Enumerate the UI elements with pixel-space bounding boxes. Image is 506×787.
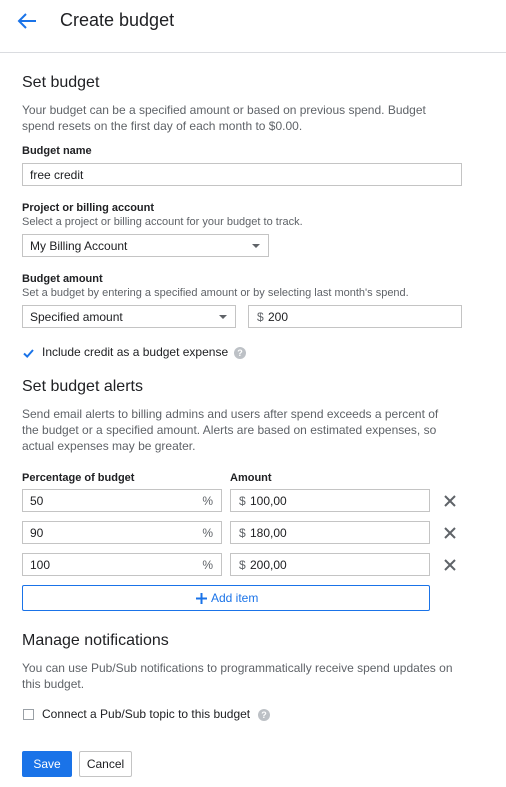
alert-amount-input[interactable]: $ 180,00 [230, 521, 430, 544]
alert-percent-value: 90 [30, 526, 44, 540]
back-arrow-icon[interactable] [16, 11, 38, 31]
amount-column-header: Amount [230, 472, 272, 484]
project-select-value: My Billing Account [30, 239, 128, 253]
alert-percent-value: 50 [30, 494, 44, 508]
remove-alert-close-icon[interactable] [443, 526, 457, 540]
save-button[interactable]: Save [22, 751, 72, 777]
currency-symbol: $ [257, 310, 264, 324]
budget-amount-label: Budget amount [22, 273, 103, 285]
dropdown-caret-icon [219, 315, 227, 319]
amount-type-value: Specified amount [30, 310, 123, 324]
page-header: Create budget [0, 0, 506, 53]
alert-amount-value: 180,00 [250, 526, 287, 540]
percentage-column-header: Percentage of budget [22, 472, 135, 484]
amount-type-select[interactable]: Specified amount [22, 305, 236, 328]
budget-name-value: free credit [30, 168, 84, 182]
alert-percent-input[interactable]: 100 % [22, 553, 222, 576]
set-budget-heading: Set budget [22, 74, 100, 91]
alert-percent-input[interactable]: 90 % [22, 521, 222, 544]
remove-alert-close-icon[interactable] [443, 558, 457, 572]
percent-symbol: % [202, 526, 213, 540]
alert-percent-value: 100 [30, 558, 51, 572]
cancel-button[interactable]: Cancel [79, 751, 132, 777]
alert-amount-input[interactable]: $ 200,00 [230, 553, 430, 576]
add-item-button[interactable]: Add item [22, 585, 430, 611]
project-help-text: Select a project or billing account for … [22, 216, 303, 228]
pubsub-checkbox[interactable] [23, 709, 34, 720]
alert-amount-input[interactable]: $ 100,00 [230, 489, 430, 512]
plus-icon [196, 593, 207, 604]
currency-symbol: $ [239, 558, 246, 572]
remove-alert-close-icon[interactable] [443, 494, 457, 508]
set-budget-description: Your budget can be a specified amount or… [22, 103, 426, 133]
project-select[interactable]: My Billing Account [22, 234, 269, 257]
checkmark-icon [23, 349, 34, 359]
alert-amount-value: 100,00 [250, 494, 287, 508]
alert-percent-input[interactable]: 50 % [22, 489, 222, 512]
alerts-heading: Set budget alerts [22, 378, 143, 395]
alerts-description: Send email alerts to billing admins and … [22, 407, 439, 453]
dropdown-caret-icon [252, 244, 260, 248]
project-label: Project or billing account [22, 202, 155, 214]
include-credit-label: Include credit as a budget expense [42, 345, 229, 359]
help-icon[interactable]: ? [234, 347, 246, 359]
page-title: Create budget [60, 10, 175, 30]
add-item-label: Add item [211, 591, 259, 605]
percent-symbol: % [202, 558, 213, 572]
currency-symbol: $ [239, 526, 246, 540]
percent-symbol: % [202, 494, 213, 508]
pubsub-label: Connect a Pub/Sub topic to this budget [42, 707, 251, 721]
budget-amount-help-text: Set a budget by entering a specified amo… [22, 287, 409, 299]
currency-symbol: $ [239, 494, 246, 508]
budget-name-input[interactable]: free credit [22, 163, 462, 186]
budget-amount-value: 200 [268, 310, 289, 324]
notifications-description: You can use Pub/Sub notifications to pro… [22, 661, 453, 691]
alert-amount-value: 200,00 [250, 558, 287, 572]
notifications-heading: Manage notifications [22, 632, 169, 649]
budget-name-label: Budget name [22, 145, 92, 157]
help-icon[interactable]: ? [258, 709, 270, 721]
include-credit-checkbox[interactable] [23, 346, 34, 359]
budget-amount-input[interactable]: $ 200 [248, 305, 462, 328]
